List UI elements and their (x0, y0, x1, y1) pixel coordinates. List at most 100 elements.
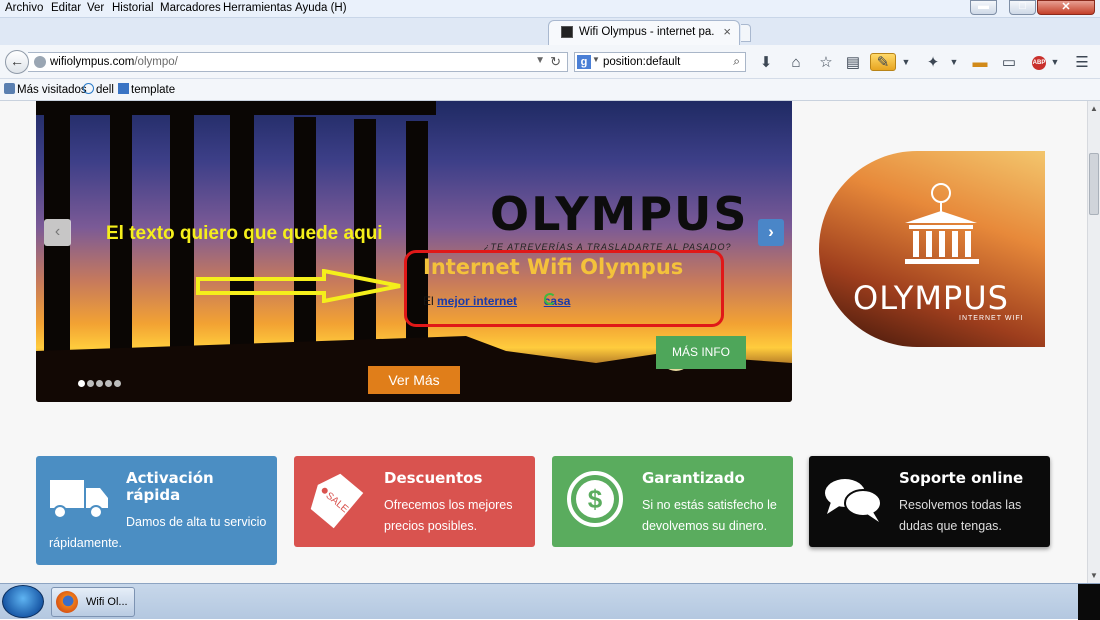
feature-garantizado[interactable]: $ Garantizado Si no estás satisfecho le … (552, 456, 793, 547)
window-icon[interactable]: ▭ (1000, 54, 1018, 72)
bookmarks-toolbar: Más visitados dell template (0, 79, 1100, 101)
feature-desc-line1: Resolvemos todas las (899, 498, 1022, 512)
tab-wifi-olympus[interactable]: Wifi Olympus - internet pa... × (548, 20, 740, 45)
reload-icon[interactable]: ↻ (550, 54, 561, 70)
slide-desc-prefix: El (423, 294, 438, 308)
adblock-dropdown-icon[interactable]: ▼ (1046, 54, 1064, 72)
menu-marcadores[interactable]: Marcadores (160, 2, 221, 14)
feature-soporte-online[interactable]: Soporte online Resolvemos todas las duda… (809, 456, 1050, 547)
navigation-bar: wifiolympus.com/olympo/ ▼ ↻ ← g ▼ positi… (0, 45, 1100, 79)
dollar-icon: $ (567, 471, 623, 527)
bookmark-star-icon[interactable]: ☆ (817, 54, 835, 72)
search-input[interactable]: position:default (603, 56, 680, 68)
slider-dot[interactable] (87, 380, 94, 387)
maximize-button[interactable]: □ (1009, 0, 1036, 15)
tab-close-icon[interactable]: × (723, 24, 731, 39)
search-bar[interactable]: g ▼ position:default ⌕ (574, 52, 746, 72)
pencil-extension-icon[interactable]: ✎ (870, 53, 896, 71)
system-tray (1078, 584, 1100, 620)
annotation-arrow-icon (196, 269, 401, 303)
slider-dot[interactable] (114, 380, 121, 387)
scroll-up-icon[interactable]: ▲ (1090, 104, 1098, 113)
page-content: OLYMPUS ¿TE ATREVERÍAS A TRASLADARTE AL … (0, 101, 1087, 583)
feature-title-line1: Activación (126, 469, 214, 487)
start-button[interactable] (2, 585, 44, 618)
new-tab-button[interactable] (741, 24, 751, 42)
taskbar-firefox-window[interactable]: Wifi Ol... (51, 587, 135, 617)
reading-list-icon[interactable]: ▤ (844, 54, 862, 72)
url-text: wifiolympus.com/olympo/ (50, 56, 178, 68)
page-icon (118, 83, 129, 94)
feature-desc-line2: dudas que tengas. (899, 519, 1002, 533)
olympus-logo: OLYMPUS INTERNET WIFI (819, 151, 1045, 347)
feature-desc-line1: Ofrecemos los mejores (384, 498, 513, 512)
url-dropdown-icon[interactable]: ▼ (535, 55, 545, 66)
extension-dropdown-icon[interactable]: ▼ (945, 54, 963, 72)
slide-desc-mid (517, 294, 520, 308)
menu-archivo[interactable]: Archivo (5, 2, 43, 14)
page-scrollbar[interactable]: ▲ ▼ (1087, 101, 1100, 583)
feature-title: Descuentos (384, 469, 483, 487)
menu-ver[interactable]: Ver (87, 2, 104, 14)
feature-title: Soporte online (899, 469, 1024, 487)
minimize-button[interactable]: ▬ (970, 0, 997, 15)
mejor-internet-link[interactable]: mejor internet (437, 294, 517, 308)
search-engine-dropdown-icon[interactable]: ▼ (592, 55, 600, 64)
download-icon[interactable]: ⬇ (757, 54, 775, 72)
hero-slider: OLYMPUS ¿TE ATREVERÍAS A TRASLADARTE AL … (36, 101, 792, 402)
back-button[interactable]: ← (5, 50, 29, 74)
ver-mas-button[interactable]: Ver Más (368, 366, 460, 394)
folder-icon (4, 83, 15, 94)
addon-icon[interactable]: ▬ (971, 54, 989, 72)
feature-desc-line2: precios posibles. (384, 519, 478, 533)
site-favicon-icon (561, 26, 573, 38)
feature-descuentos[interactable]: SALE Descuentos Ofrecemos los mejores pr… (294, 456, 535, 547)
tab-strip: Wifi Olympus - internet pa... × (0, 18, 1100, 45)
hamburger-menu-icon[interactable]: ☰ (1073, 54, 1091, 72)
menu-herramientas[interactable]: Herramientas (223, 2, 292, 14)
slider-dot[interactable] (105, 380, 112, 387)
search-icon[interactable]: ⌕ (733, 54, 740, 69)
slider-dots (78, 376, 123, 387)
loading-spinner-icon (544, 293, 556, 305)
menu-bar: Archivo Editar Ver Historial Marcadores … (0, 0, 1100, 18)
menu-historial[interactable]: Historial (112, 2, 154, 14)
adblock-icon[interactable]: ABP (1032, 56, 1046, 70)
menu-editar[interactable]: Editar (51, 2, 81, 14)
slider-dot[interactable] (96, 380, 103, 387)
slider-prev-button[interactable]: ‹ (44, 219, 71, 246)
slider-dot[interactable] (78, 380, 85, 387)
url-bar[interactable]: wifiolympus.com/olympo/ ▼ ↻ (28, 52, 568, 72)
slider-next-button[interactable]: › (758, 219, 784, 246)
brand-wordmark: OLYMPUS (490, 187, 749, 241)
feature-activacion[interactable]: Activación rápida Damos de alta tu servi… (36, 456, 277, 565)
google-icon[interactable]: g (577, 55, 591, 69)
back-arrow-icon: ← (10, 53, 24, 69)
bookmark-mas-visitados[interactable]: Más visitados (4, 83, 87, 96)
extension-icon[interactable]: ✦ (924, 54, 942, 72)
scroll-thumb[interactable] (1089, 153, 1099, 215)
dell-icon (83, 83, 94, 94)
taskbar-window-label: Wifi Ol... (86, 596, 128, 608)
feature-desc-line1: Si no estás satisfecho le (642, 498, 777, 512)
bookmark-label: dell (96, 84, 114, 96)
chat-bubbles-icon (825, 479, 882, 522)
globe-icon (34, 56, 46, 68)
feature-title-line2: rápida (126, 486, 181, 504)
close-window-button[interactable]: ✕ (1037, 0, 1095, 15)
home-icon[interactable]: ⌂ (787, 54, 805, 72)
close-icon: ✕ (1061, 1, 1071, 13)
menu-ayuda[interactable]: Ayuda (H) (295, 2, 347, 14)
bookmark-label: template (131, 84, 176, 96)
slide-title: Internet Wifi Olympus (423, 255, 684, 279)
bookmark-template[interactable]: template (118, 83, 175, 96)
scroll-down-icon[interactable]: ▼ (1090, 571, 1098, 580)
bookmark-dell[interactable]: dell (83, 83, 114, 96)
mas-info-button[interactable]: MÁS INFO (656, 336, 746, 369)
svg-text:$: $ (588, 484, 603, 514)
pencil-menu-dropdown-icon[interactable]: ▼ (897, 54, 915, 72)
feature-title: Garantizado (642, 469, 745, 487)
url-path: /olympo/ (134, 56, 178, 68)
minimize-icon: ▬ (978, 0, 989, 12)
url-host: wifiolympus.com (50, 56, 135, 68)
